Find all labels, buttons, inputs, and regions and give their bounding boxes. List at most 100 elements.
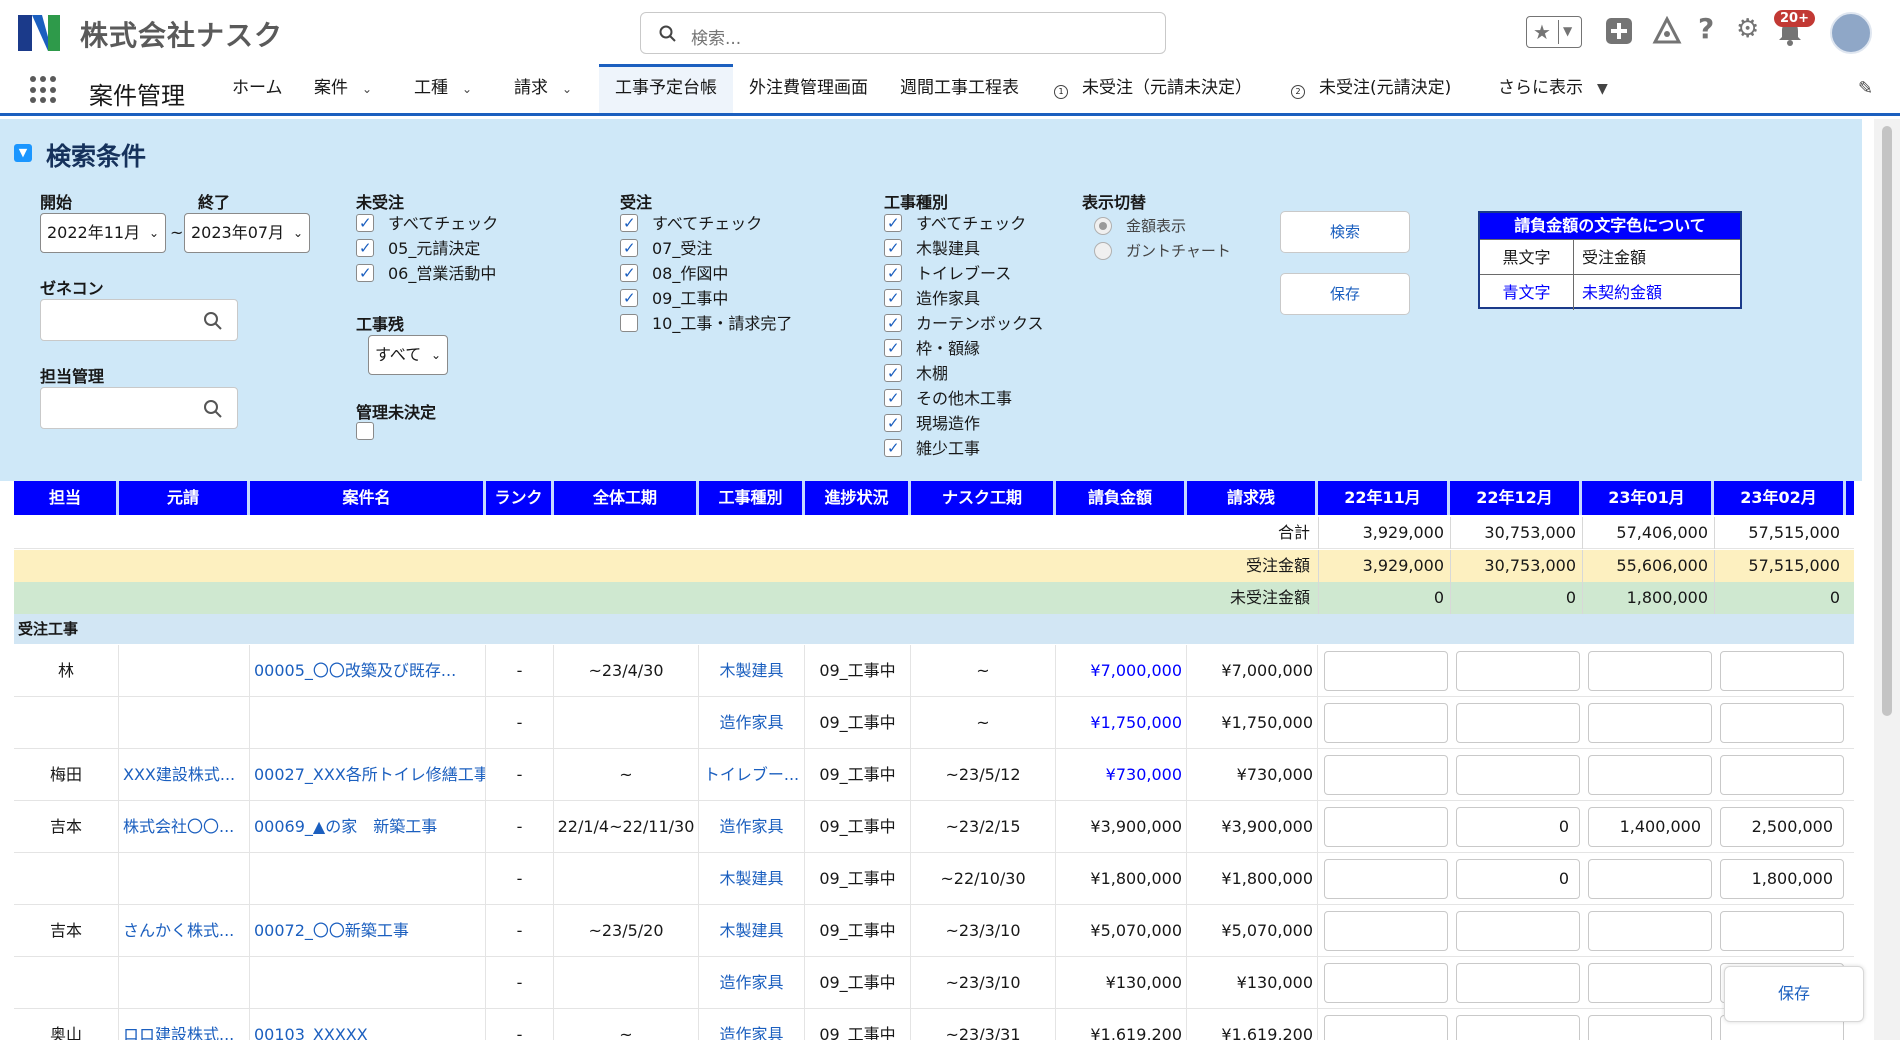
radio-icon[interactable] [1094,242,1112,260]
checkbox-icon[interactable] [620,262,638,284]
checkbox-waku[interactable]: 枠・額縁 [884,337,980,360]
checkbox-icon[interactable] [620,287,638,309]
col-period[interactable]: 全体工期 [554,481,699,515]
checkbox-08[interactable]: 08_作図中 [620,262,728,285]
col-status[interactable]: 進捗状況 [805,481,911,515]
cell-kind[interactable]: 造作家具 [699,801,805,853]
zenecon-lookup[interactable] [40,299,238,341]
checkbox-zosaku[interactable]: 造作家具 [884,287,980,310]
month-amount-input[interactable]: 1,800,000 [1720,859,1844,899]
checkbox-09[interactable]: 09_工事中 [620,287,728,310]
checkbox-icon[interactable] [356,262,374,284]
col-month-3[interactable]: 23年01月 [1582,481,1714,515]
col-month-2[interactable]: 22年12月 [1450,481,1582,515]
month-amount-input[interactable] [1324,911,1448,951]
checkbox-icon[interactable] [356,212,374,234]
checkbox-06[interactable]: 06_営業活動中 [356,262,496,285]
month-amount-input[interactable] [1456,1015,1580,1040]
checkbox-genba[interactable]: 現場造作 [884,412,980,435]
checkbox-icon[interactable] [884,337,902,359]
chevron-down-icon[interactable]: ⌄ [462,82,472,96]
setup-assistant-icon[interactable] [1652,16,1682,46]
app-launcher-icon[interactable] [30,76,58,104]
nav-item-more[interactable]: さらに表示 ▼ [1482,64,1624,113]
cell-kind[interactable]: 木製建具 [699,645,805,697]
nav-item-anken[interactable]: 案件 ⌄ [298,64,388,113]
col-month-1[interactable]: 22年11月 [1318,481,1450,515]
month-amount-input[interactable] [1588,963,1712,1003]
radio-icon[interactable] [1094,217,1112,235]
month-amount-input[interactable] [1456,755,1580,795]
month-amount-input[interactable]: 1,400,000 [1588,807,1712,847]
checkbox-koji-all[interactable]: すべてチェック [884,212,1026,235]
checkbox-zatsu[interactable]: 雑少工事 [884,437,980,460]
col-remain[interactable]: 請求残 [1187,481,1318,515]
checkbox-05[interactable]: 05_元請決定 [356,237,480,260]
checkbox-icon[interactable] [620,237,638,259]
search-button[interactable]: 検索 [1280,211,1410,253]
checkbox-mijuchu-all[interactable]: すべてチェック [356,212,498,235]
month-amount-input[interactable] [1456,703,1580,743]
month-amount-input[interactable] [1324,1015,1448,1040]
start-month-select[interactable]: 2022年11月 ⌄ [40,213,166,253]
cell-kind[interactable]: トイレブー... [699,749,805,801]
col-tanto[interactable]: 担当 [14,481,119,515]
cell-kind[interactable]: 木製建具 [699,853,805,905]
checkbox-icon[interactable] [884,287,902,309]
cell-name[interactable]: 00069_▲の家 新築工事 [250,801,486,853]
cell-name[interactable]: 00072_〇〇新築工事 [250,905,486,957]
month-amount-input[interactable] [1324,859,1448,899]
checkbox-curtain[interactable]: カーテンボックス [884,312,1044,335]
kojizan-select[interactable]: すべて ⌄ [368,335,448,375]
checkbox-10[interactable]: 10_工事・請求完了 [620,313,792,335]
end-month-select[interactable]: 2023年07月 ⌄ [184,213,310,253]
edit-nav-icon[interactable]: ✎ [1858,78,1873,99]
cell-kind[interactable]: 造作家具 [699,957,805,1009]
checkbox-07[interactable]: 07_受注 [620,237,712,260]
col-name[interactable]: 案件名 [250,481,486,515]
cell-moto[interactable]: XXX建設株式... [119,749,250,801]
checkbox-sonota[interactable]: その他木工事 [884,387,1012,410]
checkbox-icon[interactable] [884,262,902,284]
checkbox-icon[interactable] [884,362,902,384]
month-amount-input[interactable] [1324,651,1448,691]
month-amount-input[interactable] [1324,807,1448,847]
checkbox-icon[interactable] [356,422,374,440]
month-amount-input[interactable] [1720,651,1844,691]
month-amount-input[interactable] [1456,911,1580,951]
radio-gantt[interactable]: ガントチャート [1094,240,1231,261]
month-amount-input[interactable] [1720,911,1844,951]
col-amount[interactable]: 請負金額 [1056,481,1187,515]
checkbox-toilet[interactable]: トイレブース [884,262,1011,285]
save-button[interactable]: 保存 [1280,273,1410,315]
col-month-4[interactable]: 23年02月 [1714,481,1846,515]
checkbox-icon[interactable] [884,387,902,409]
month-amount-input[interactable] [1588,1015,1712,1040]
month-amount-input[interactable]: 0 [1456,859,1580,899]
month-amount-input[interactable] [1324,963,1448,1003]
cell-kind[interactable]: 木製建具 [699,905,805,957]
chevron-down-icon[interactable]: ⌄ [362,82,372,96]
col-kind[interactable]: 工事種別 [699,481,805,515]
nav-item-seikyu[interactable]: 請求 ⌄ [498,64,588,113]
month-amount-input[interactable] [1588,859,1712,899]
col-moto[interactable]: 元請 [119,481,250,515]
month-amount-input[interactable] [1588,703,1712,743]
radio-amount[interactable]: 金額表示 [1094,215,1186,236]
month-amount-input[interactable] [1720,703,1844,743]
checkbox-icon[interactable] [356,237,374,259]
cell-kind[interactable]: 造作家具 [699,697,805,749]
gear-icon[interactable]: ⚙ [1736,14,1759,44]
month-amount-input[interactable] [1456,651,1580,691]
nav-item-mijuchu-1[interactable]: 1 未受注（元請未決定） [1038,64,1268,113]
month-amount-input[interactable] [1324,703,1448,743]
checkbox-mokusei[interactable]: 木製建具 [884,237,980,260]
month-amount-input[interactable] [1720,755,1844,795]
cell-name[interactable]: 00005_〇〇改築及び既存... [250,645,486,697]
tanto-lookup[interactable] [40,387,238,429]
col-nask[interactable]: ナスク工期 [911,481,1056,515]
checkbox-icon[interactable] [884,412,902,434]
checkbox-icon[interactable] [884,437,902,459]
floating-save-button[interactable]: 保存 [1724,966,1864,1022]
month-amount-input[interactable]: 2,500,000 [1720,807,1844,847]
